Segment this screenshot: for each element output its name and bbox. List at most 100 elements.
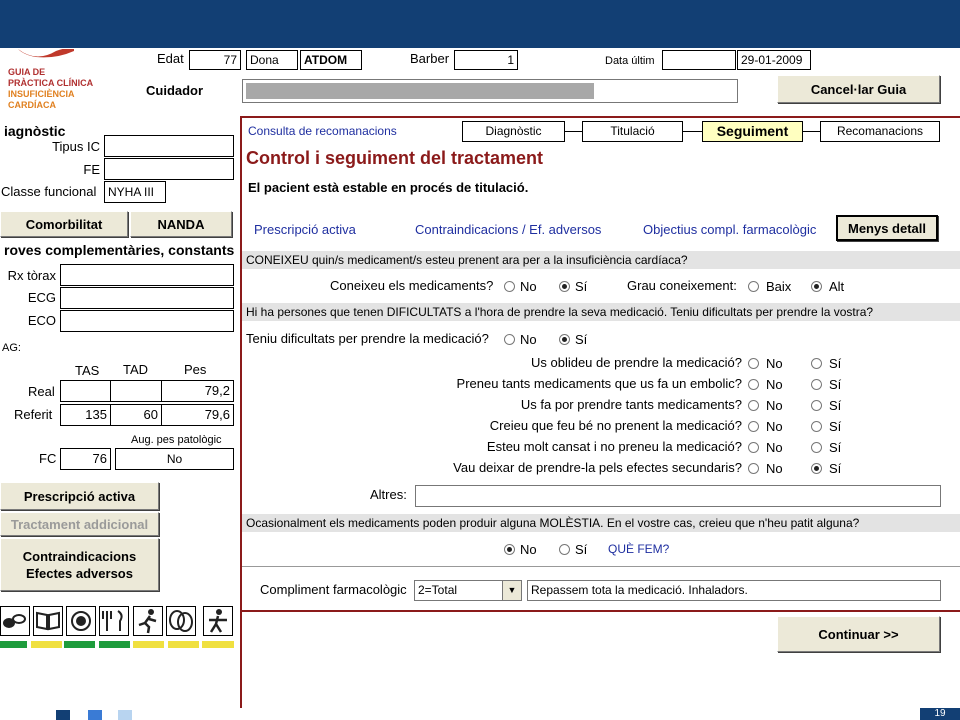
fc-field[interactable]: 76: [60, 448, 111, 470]
por-no-radio[interactable]: [748, 400, 759, 411]
embolic-question: Preneu tants medicaments que us fa un em…: [456, 376, 742, 391]
status-bar-7: [202, 641, 234, 648]
page-title: Control i seguiment del tractament: [246, 148, 544, 168]
por-si-radio[interactable]: [811, 400, 822, 411]
data-ultim-field[interactable]: 29-01-2009: [737, 50, 811, 70]
efectes-si-radio[interactable]: [811, 463, 822, 474]
status-bar-5: [133, 641, 164, 648]
gpc-logo: Guia de Pràctica Clínica Insuficiència C…: [6, 49, 102, 115]
referit-tas-field[interactable]: 135: [60, 404, 111, 426]
feu-be-no-label: No: [766, 419, 783, 434]
molestia-si-radio[interactable]: [559, 544, 570, 555]
efectes-no-radio[interactable]: [748, 463, 759, 474]
sexe-field[interactable]: Dona: [246, 50, 298, 70]
cansat-no-radio[interactable]: [748, 442, 759, 453]
nav-square-dark: [56, 710, 70, 720]
contraindicacions-button[interactable]: Contraindicacions Efectes adversos: [0, 538, 159, 591]
nanda-button[interactable]: NANDA: [130, 211, 232, 237]
embolic-no-radio[interactable]: [748, 379, 759, 390]
eco-field[interactable]: [60, 310, 234, 332]
edat-field[interactable]: 77: [189, 50, 241, 70]
barber-field[interactable]: 1: [454, 50, 518, 70]
dificultats-question: Teniu dificultats per prendre la medicac…: [246, 331, 489, 346]
tipus-ic-field[interactable]: [104, 135, 234, 157]
real-tad-field[interactable]: [110, 380, 162, 402]
feu-be-si-label: Sí: [829, 419, 842, 434]
tipus-atencio-field[interactable]: ATDOM: [300, 50, 362, 70]
contraindicacions-line2: Efectes adversos: [26, 565, 133, 581]
consulta-recomanacions-link[interactable]: Consulta de recomanacions: [248, 123, 397, 139]
barber-label: Barber: [410, 51, 450, 66]
cancel-guide-button[interactable]: Cancel·lar Guia: [777, 75, 940, 103]
feu-be-no-radio[interactable]: [748, 421, 759, 432]
referit-tad-field[interactable]: 60: [110, 404, 162, 426]
bottom-bar: 19: [0, 708, 960, 720]
oblideu-si-label: Sí: [829, 356, 842, 371]
oblideu-si-radio[interactable]: [811, 358, 822, 369]
tad-header: TAD: [123, 362, 149, 377]
tab-diagnostic[interactable]: Diagnòstic: [462, 121, 565, 142]
dropdown-arrow-icon[interactable]: ▼: [502, 581, 521, 600]
grau-baix-radio[interactable]: [748, 281, 759, 292]
coneixeu-si-radio[interactable]: [559, 281, 570, 292]
real-label: Real: [28, 384, 55, 399]
masks-icon[interactable]: [166, 606, 196, 636]
compliment-select[interactable]: 2=Total ▼: [414, 580, 522, 601]
embolic-si-radio[interactable]: [811, 379, 822, 390]
logo-line-1: Guia de: [8, 67, 46, 77]
grau-alt-radio[interactable]: [811, 281, 822, 292]
classe-funcional-field[interactable]: NYHA III: [104, 181, 166, 203]
nav-square-blue: [88, 710, 102, 720]
cansat-si-radio[interactable]: [811, 442, 822, 453]
menys-detall-button[interactable]: Menys detall: [836, 215, 938, 241]
footer-divider: [242, 610, 960, 612]
prescripcio-activa-link[interactable]: Prescripció activa: [254, 222, 356, 238]
grau-alt-label: Alt: [829, 279, 845, 294]
feu-be-si-radio[interactable]: [811, 421, 822, 432]
real-pes-field[interactable]: 79,2: [161, 380, 234, 402]
comorbilitat-button[interactable]: Comorbilitat: [0, 211, 128, 237]
status-bar-3: [64, 641, 95, 648]
dificultats-si-radio[interactable]: [559, 334, 570, 345]
contraindicacions-link[interactable]: Contraindicacions / Ef. adversos: [415, 222, 601, 238]
tab-seguiment[interactable]: Seguiment: [702, 121, 803, 142]
cansat-no-label: No: [766, 440, 783, 455]
referit-pes-field[interactable]: 79,6: [161, 404, 234, 426]
pill-icon[interactable]: [0, 606, 30, 636]
fe-field[interactable]: [104, 158, 234, 180]
coneixeu-no-radio[interactable]: [504, 281, 515, 292]
plate-icon[interactable]: [66, 606, 96, 636]
altres-input[interactable]: [415, 485, 941, 507]
aug-pes-label: Aug. pes patològic: [131, 434, 222, 446]
oblideu-no-radio[interactable]: [748, 358, 759, 369]
running-icon[interactable]: [133, 606, 163, 636]
aug-pes-field[interactable]: No: [115, 448, 234, 470]
real-tas-field[interactable]: [60, 380, 111, 402]
tab-recomanacions[interactable]: Recomanacions: [820, 121, 940, 142]
molestia-si-label: Sí: [575, 542, 588, 557]
classe-funcional-label: Classe funcional: [1, 184, 97, 199]
dificultats-no-radio[interactable]: [504, 334, 515, 345]
efectes-no-label: No: [766, 461, 783, 476]
prescripcio-activa-button[interactable]: Prescripció activa: [0, 482, 159, 510]
ecg-field[interactable]: [60, 287, 234, 309]
molestia-no-radio[interactable]: [504, 544, 515, 555]
rx-field[interactable]: [60, 264, 234, 286]
tab-titulacio[interactable]: Titulació: [582, 121, 683, 142]
que-fem-link[interactable]: QUÈ FEM?: [608, 541, 669, 557]
compliment-note-field[interactable]: Repassem tota la medicació. Inhaladors.: [527, 580, 941, 601]
book-icon[interactable]: [33, 606, 63, 636]
walking-icon[interactable]: [203, 606, 233, 636]
objectius-link[interactable]: Objectius compl. farmacològic: [643, 222, 816, 238]
por-no-label: No: [766, 398, 783, 413]
data-ultim-label: Data últim: [605, 55, 655, 67]
data-ultim-spacer: [662, 50, 736, 70]
cuidador-field[interactable]: [242, 79, 738, 103]
cuidador-label: Cuidador: [146, 83, 204, 98]
logo-line-2: Pràctica Clínica: [8, 78, 94, 88]
compliment-label: Compliment farmacològic: [260, 582, 407, 597]
status-bar-6: [168, 641, 199, 648]
cuidador-redacted: [246, 83, 594, 99]
continuar-button[interactable]: Continuar >>: [777, 616, 940, 652]
cutlery-icon[interactable]: [99, 606, 129, 636]
